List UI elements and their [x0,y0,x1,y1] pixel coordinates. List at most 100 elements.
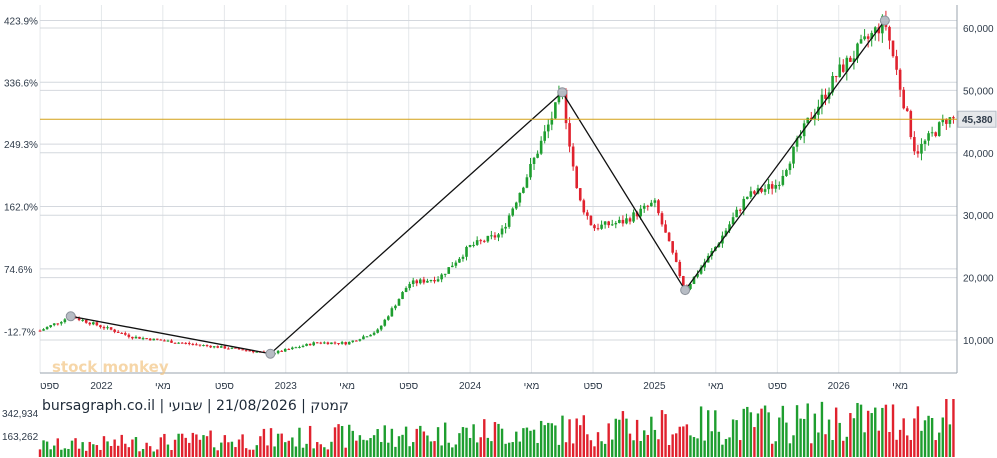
candle-body [898,69,902,90]
candle-body [866,36,870,39]
candle-body [913,137,916,152]
candle-body [355,340,358,342]
volume-bar [657,439,660,457]
candle-body [170,340,173,343]
volume-bar [92,444,95,457]
candle-body [660,213,664,225]
volume-bar [38,449,42,457]
volume-bar [909,439,912,457]
candle-body [514,202,518,209]
volume-bar [770,443,774,457]
candle-body [625,218,628,224]
volume-bar [475,442,479,457]
volume-bar [461,427,465,457]
volume-bar [742,408,745,457]
stock-chart: stock monkey 45,380 423.9% 336.6% 249.3% 16… [2,5,997,458]
volume-bar [56,438,59,457]
volume-bar [571,443,575,457]
volume-bar [536,442,539,457]
candle-body [539,140,543,154]
candle-body [326,342,330,345]
volume-bar [856,402,859,457]
candle-body [511,208,515,216]
candle-body [458,258,461,263]
x-tick-label: ספט [768,381,788,392]
candle-body [390,308,394,317]
volume-bar [212,447,216,457]
volume-bar [95,445,99,457]
volume-bar [753,427,756,457]
candle-body [948,117,952,124]
candle-body [419,279,422,284]
candle-body [777,184,781,186]
candle-body [323,342,326,344]
candle-body [198,344,202,346]
volume-bar [863,432,866,457]
volume-bar [504,443,507,457]
pivot-point [557,87,568,98]
candle-body [415,280,419,284]
volume-bar [518,441,522,457]
volume-bar [351,430,354,457]
volume-bar [561,415,564,457]
candle-body [628,218,632,222]
volume-bar [411,442,415,457]
candle-body [507,215,511,227]
candle-body [653,200,657,203]
volume-bar [792,435,795,457]
volume-bar [522,428,525,457]
volume-bar [586,434,589,457]
candle-body [230,347,234,349]
volume-bar [952,399,955,457]
volume-bar [881,407,884,457]
candle-body [177,342,180,344]
volume-bar [145,442,148,457]
volume-bar [230,441,234,457]
candle-body [184,342,188,344]
volume-bar [316,442,319,457]
volume-bar [443,422,447,457]
pivot-point [879,15,890,26]
left-tick-label: 249.3% [4,140,38,151]
volume-bar [795,405,799,457]
candle-body [834,76,838,78]
volume-bar [340,426,344,457]
volume-bar [550,423,554,457]
volume-bar [280,433,283,457]
candle-body [774,185,778,189]
volume-bar [650,416,653,457]
volume-bar [675,433,678,457]
candle-body [159,339,163,341]
candle-body [639,208,642,217]
volume-bar [81,442,84,457]
candle-body [99,325,102,328]
volume-bar [42,440,45,457]
volume-bar [920,430,923,457]
candle-body [187,342,191,344]
volume-bar [387,442,390,457]
volume-bar [319,444,322,457]
x-tick-label: ספט [399,381,419,392]
volume-bar [834,407,838,457]
volume-bar [763,405,767,457]
volume-bar [948,424,952,457]
candle-body [276,350,280,354]
x-tick-label: מאי [524,381,540,392]
volume-bar [628,433,632,457]
volume-bar [323,447,326,457]
candle-body [394,305,397,309]
candle-body [735,209,738,218]
volume-bar [287,440,290,457]
volume-bar [276,433,280,457]
candle-body [109,327,113,330]
candle-body [792,146,795,164]
candle-body [468,244,472,247]
volume-bar [120,434,123,457]
candle-body [397,299,401,306]
x-tick-label: 2025 [643,381,666,392]
volume-bar [205,436,209,457]
candle-body [504,226,507,229]
volume-bar [209,430,212,457]
volume-bar [152,451,155,457]
candle-body [575,166,578,189]
